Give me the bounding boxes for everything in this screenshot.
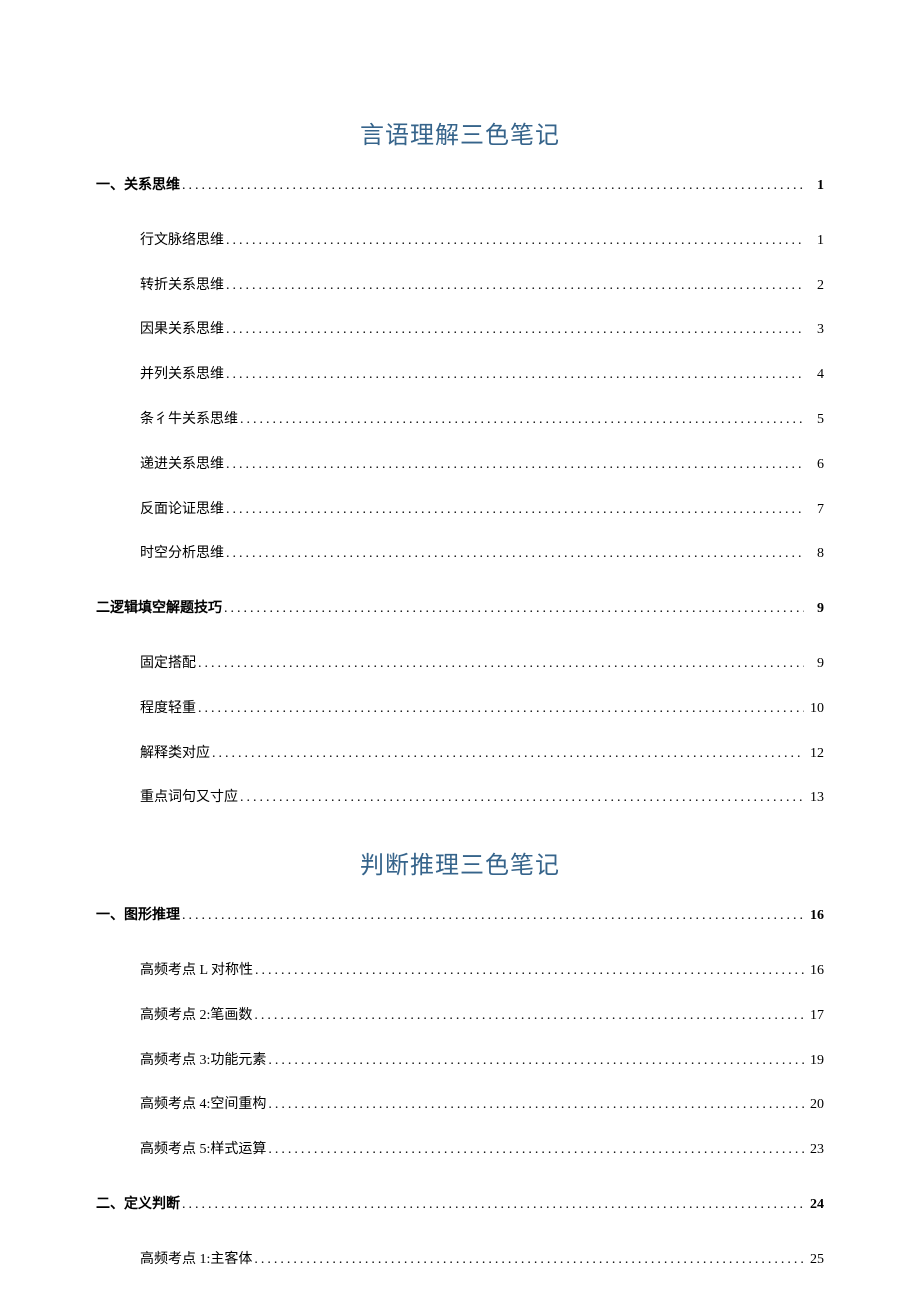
toc-leader xyxy=(240,790,804,807)
toc-label: 重点词句又寸应 xyxy=(140,790,238,807)
toc-page-number: 5 xyxy=(806,412,824,429)
toc-page: 言语理解三色笔记 一、关系思维 1 行文脉络思维 1 转折关系思维 2 因果关系… xyxy=(96,115,824,1297)
toc-leader xyxy=(268,1142,804,1159)
toc-leader xyxy=(226,367,804,384)
toc-page-number: 25 xyxy=(806,1252,824,1269)
toc-entry[interactable]: 高频考点 1:主客体 25 xyxy=(96,1252,824,1269)
toc-label: 固定搭配 xyxy=(140,656,196,673)
toc-label: 因果关系思维 xyxy=(140,322,224,339)
toc-label: 反面论证思维 xyxy=(140,502,224,519)
toc-leader xyxy=(226,502,804,519)
toc-page-number: 24 xyxy=(806,1197,824,1214)
toc-entry[interactable]: 一、关系思维 1 xyxy=(96,178,824,195)
toc-entry[interactable]: 高频考点 3:功能元素 19 xyxy=(96,1053,824,1070)
toc-entry[interactable]: 高频考点 5:样式运算 23 xyxy=(96,1142,824,1159)
toc-leader xyxy=(268,1097,804,1114)
toc-entry[interactable]: 并列关系思维 4 xyxy=(96,367,824,384)
toc-leader xyxy=(240,412,804,429)
toc-page-number: 6 xyxy=(806,457,824,474)
toc-entry[interactable]: 二、定义判断 24 xyxy=(96,1197,824,1214)
toc-label: 条彳牛关系思维 xyxy=(140,412,238,429)
toc-label: 程度轻重 xyxy=(140,701,196,718)
toc-block: 一、图形推理 16 高频考点 L 对称性 16 高频考点 2:笔画数 17 高频… xyxy=(96,908,824,1268)
toc-label: 时空分析思维 xyxy=(140,546,224,563)
toc-entry[interactable]: 反面论证思维 7 xyxy=(96,502,824,519)
toc-leader xyxy=(226,233,804,250)
toc-entry[interactable]: 高频考点 L 对称性 16 xyxy=(96,963,824,980)
toc-page-number: 7 xyxy=(806,502,824,519)
toc-leader xyxy=(255,963,804,980)
toc-page-number: 16 xyxy=(806,963,824,980)
toc-label: 解释类对应 xyxy=(140,746,210,763)
toc-page-number: 1 xyxy=(806,178,824,195)
toc-leader xyxy=(224,601,804,618)
toc-leader xyxy=(226,546,804,563)
toc-leader xyxy=(226,278,804,295)
toc-entry[interactable]: 高频考点 4:空间重构 20 xyxy=(96,1097,824,1114)
toc-entry[interactable]: 时空分析思维 8 xyxy=(96,546,824,563)
toc-leader xyxy=(226,322,804,339)
toc-leader xyxy=(212,746,804,763)
toc-page-number: 9 xyxy=(806,601,824,618)
toc-entry[interactable]: 程度轻重 10 xyxy=(96,701,824,718)
section-title: 判断推理三色笔记 xyxy=(96,845,824,880)
toc-label: 一、图形推理 xyxy=(96,908,180,925)
toc-label: 高频考点 2:笔画数 xyxy=(140,1008,252,1025)
toc-page-number: 3 xyxy=(806,322,824,339)
toc-page-number: 2 xyxy=(806,278,824,295)
toc-label: 高频考点 1:主客体 xyxy=(140,1252,252,1269)
toc-label: 一、关系思维 xyxy=(96,178,180,195)
toc-leader xyxy=(226,457,804,474)
toc-leader xyxy=(198,656,804,673)
toc-label: 高频考点 3:功能元素 xyxy=(140,1053,266,1070)
toc-label: 二、定义判断 xyxy=(96,1197,180,1214)
toc-page-number: 10 xyxy=(806,701,824,718)
toc-entry[interactable]: 因果关系思维 3 xyxy=(96,322,824,339)
toc-entry[interactable]: 递进关系思维 6 xyxy=(96,457,824,474)
toc-leader xyxy=(268,1053,804,1070)
toc-label: 递进关系思维 xyxy=(140,457,224,474)
toc-page-number: 16 xyxy=(806,908,824,925)
toc-entry[interactable]: 解释类对应 12 xyxy=(96,746,824,763)
toc-label: 高频考点 5:样式运算 xyxy=(140,1142,266,1159)
toc-entry[interactable]: 条彳牛关系思维 5 xyxy=(96,412,824,429)
toc-page-number: 13 xyxy=(806,790,824,807)
section-title: 言语理解三色笔记 xyxy=(96,115,824,150)
toc-page-number: 20 xyxy=(806,1097,824,1114)
toc-page-number: 1 xyxy=(806,233,824,250)
toc-leader xyxy=(182,1197,804,1214)
toc-leader xyxy=(182,178,804,195)
toc-entry[interactable]: 行文脉络思维 1 xyxy=(96,233,824,250)
toc-entry[interactable]: 转折关系思维 2 xyxy=(96,278,824,295)
toc-entry[interactable]: 一、图形推理 16 xyxy=(96,908,824,925)
toc-label: 高频考点 L 对称性 xyxy=(140,963,253,980)
toc-page-number: 19 xyxy=(806,1053,824,1070)
toc-leader xyxy=(254,1252,804,1269)
toc-label: 转折关系思维 xyxy=(140,278,224,295)
toc-entry[interactable]: 二逻辑填空解题技巧 9 xyxy=(96,601,824,618)
toc-leader xyxy=(182,908,804,925)
toc-entry[interactable]: 固定搭配 9 xyxy=(96,656,824,673)
toc-page-number: 17 xyxy=(806,1008,824,1025)
toc-label: 二逻辑填空解题技巧 xyxy=(96,601,222,618)
toc-entry[interactable]: 高频考点 2:笔画数 17 xyxy=(96,1008,824,1025)
toc-label: 高频考点 4:空间重构 xyxy=(140,1097,266,1114)
toc-leader xyxy=(254,1008,804,1025)
toc-label: 行文脉络思维 xyxy=(140,233,224,250)
toc-label: 并列关系思维 xyxy=(140,367,224,384)
toc-leader xyxy=(198,701,804,718)
toc-block: 一、关系思维 1 行文脉络思维 1 转折关系思维 2 因果关系思维 3 并列关系… xyxy=(96,178,824,807)
toc-page-number: 23 xyxy=(806,1142,824,1159)
toc-page-number: 8 xyxy=(806,546,824,563)
toc-page-number: 12 xyxy=(806,746,824,763)
toc-entry[interactable]: 重点词句又寸应 13 xyxy=(96,790,824,807)
toc-page-number: 9 xyxy=(806,656,824,673)
toc-page-number: 4 xyxy=(806,367,824,384)
